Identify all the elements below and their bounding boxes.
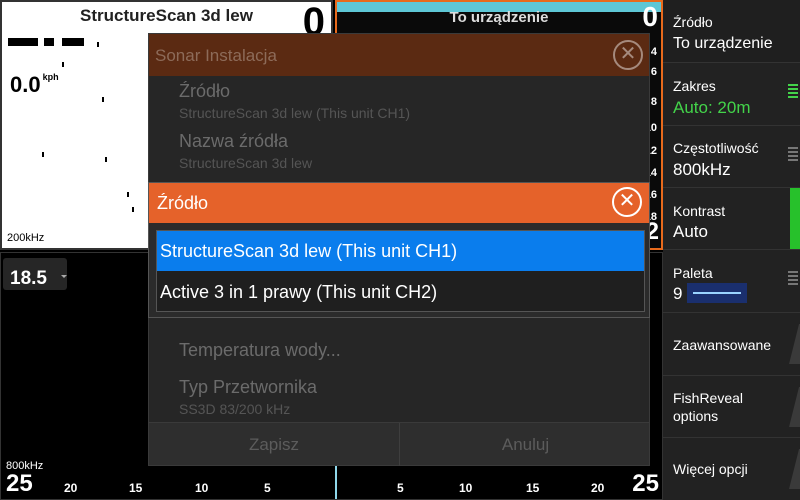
depth-value: 18.5 xyxy=(10,268,47,289)
sidebar-item-range[interactable]: Zakres Auto: 20m xyxy=(663,63,800,126)
dialog-footer: Zapisz Anuluj xyxy=(149,422,651,466)
sidebar-item-more[interactable]: Więcej opcji xyxy=(663,438,800,500)
panel-source-title: StructureScan 3d lew xyxy=(80,6,253,25)
dialog-header: Źródło ✕ xyxy=(149,183,649,223)
depth-bar-segment xyxy=(44,38,54,46)
sidebar-item-value: To urządzenie xyxy=(673,35,773,52)
adjust-grip-icon xyxy=(788,84,798,100)
palette-preview-icon xyxy=(687,283,747,303)
sidebar-item-label: options xyxy=(673,408,719,424)
depth-scale-label: 4 xyxy=(650,46,657,58)
save-button[interactable]: Zapisz xyxy=(149,423,399,466)
cancel-button[interactable]: Anuluj xyxy=(400,423,651,466)
field-source-value: StructureScan 3d lew (This unit CH1) xyxy=(179,105,411,121)
dialog-header: Sonar Instalacja ✕ xyxy=(149,34,649,76)
sidebar-item-value: 800kHz xyxy=(673,160,731,179)
range-tick-left: 10 xyxy=(195,481,209,495)
field-water-temp[interactable]: Temperatura wody... xyxy=(179,340,341,361)
sidebar-item-value: Auto xyxy=(673,222,708,241)
depth-readout: 0 xyxy=(642,1,658,32)
field-name-label[interactable]: Nazwa źródła xyxy=(179,131,288,152)
sidebar-item-palette[interactable]: Paleta 9 xyxy=(663,250,800,313)
close-icon[interactable]: ✕ xyxy=(612,187,642,217)
sonar-return xyxy=(42,152,44,157)
contrast-level-bar xyxy=(790,188,800,249)
field-transducer-value: SS3D 83/200 kHz xyxy=(179,401,291,417)
sidebar-item-label: Źródło xyxy=(673,14,713,30)
sonar-return xyxy=(127,192,129,197)
field-name-value: StructureScan 3d lew xyxy=(179,155,313,171)
field-transducer-label[interactable]: Typ Przetwornika xyxy=(179,377,317,398)
source-option-list: StructureScan 3d lew (This unit CH1) Act… xyxy=(156,230,645,312)
chevron-right-icon xyxy=(789,449,800,489)
field-source-label[interactable]: Źródło xyxy=(179,81,230,102)
range-tick-right: 5 xyxy=(397,481,404,495)
sidebar-item-source[interactable]: Źródło To urządzenie xyxy=(663,0,800,63)
speed-value: 0.0 xyxy=(10,72,41,97)
range-tick-left: 20 xyxy=(64,481,78,495)
adjust-grip-icon xyxy=(788,147,798,163)
range-label-left: 25 xyxy=(6,470,33,497)
sonar-return xyxy=(132,207,134,212)
sidebar-item-label: Więcej opcji xyxy=(673,461,748,477)
range-label-right: 25 xyxy=(632,470,659,497)
sidebar-item-fishreveal[interactable]: FishReveal options xyxy=(663,376,800,438)
sidebar-item-label: Kontrast xyxy=(673,203,726,219)
settings-sidebar: Źródło To urządzenie Zakres Auto: 20m Cz… xyxy=(663,0,800,500)
speed-unit: kph xyxy=(42,72,59,82)
sidebar-item-advanced[interactable]: Zaawansowane xyxy=(663,313,800,376)
frequency-label: 200kHz xyxy=(7,232,45,244)
sonar-return xyxy=(62,62,64,67)
close-icon[interactable]: ✕ xyxy=(613,40,643,70)
chevron-right-icon xyxy=(789,386,800,427)
depth-box[interactable]: 18.5 xyxy=(3,258,67,290)
adjust-grip-icon xyxy=(788,271,798,287)
depth-scale-label: 8 xyxy=(650,96,657,108)
source-option-structurescan[interactable]: StructureScan 3d lew (This unit CH1) xyxy=(157,231,644,271)
range-tick-right: 20 xyxy=(591,481,605,495)
sidebar-item-label: Częstotliwość xyxy=(673,140,759,156)
depth-bar-segment xyxy=(62,38,84,46)
chevron-down-icon xyxy=(61,275,67,278)
speed-readout: 0.0 kph xyxy=(10,72,59,98)
depth-scale-label: 6 xyxy=(650,66,657,78)
range-tick-right: 15 xyxy=(526,481,540,495)
sidebar-item-frequency[interactable]: Częstotliwość 800kHz xyxy=(663,126,800,188)
source-select-dialog: Źródło ✕ StructureScan 3d lew (This unit… xyxy=(148,182,650,318)
range-tick-left: 5 xyxy=(264,481,271,495)
sidebar-item-value: Auto: 20m xyxy=(673,98,751,117)
sidebar-item-contrast[interactable]: Kontrast Auto xyxy=(663,188,800,250)
sidebar-item-value: 9 xyxy=(673,284,683,303)
dialog-title: Źródło xyxy=(157,193,209,213)
dialog-title: Sonar Instalacja xyxy=(155,46,277,65)
sidebar-item-label: Zaawansowane xyxy=(673,337,772,353)
sonar-return xyxy=(105,157,107,162)
panel-source-title: To urządzenie xyxy=(449,9,549,26)
sonar-return xyxy=(97,42,99,47)
sidebar-item-label: FishReveal xyxy=(673,390,744,406)
range-tick-right: 10 xyxy=(459,481,473,495)
chevron-right-icon xyxy=(789,324,800,364)
sidebar-item-label: Paleta xyxy=(673,265,713,281)
range-tick-left: 15 xyxy=(129,481,143,495)
depth-bar-segment xyxy=(8,38,38,46)
source-option-active-3in1[interactable]: Active 3 in 1 prawy (This unit CH2) xyxy=(157,272,644,312)
sidebar-item-label: Zakres xyxy=(673,78,716,94)
sonar-return xyxy=(102,97,104,102)
